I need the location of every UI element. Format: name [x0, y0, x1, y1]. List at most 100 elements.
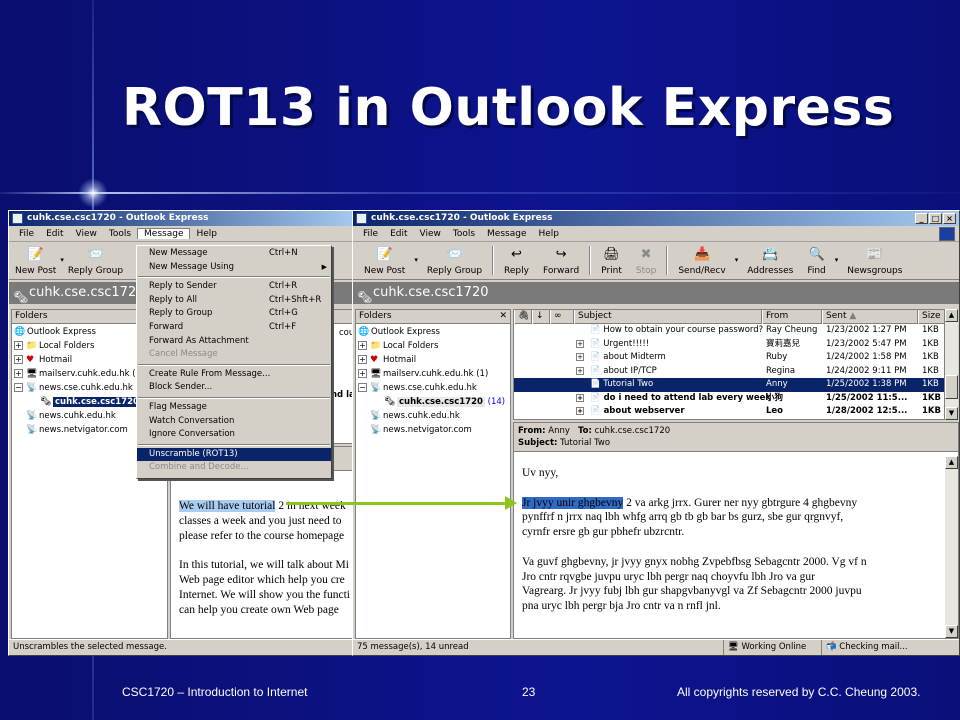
left-message-body[interactable]: We will have tutorial 2 in next week cla… [179, 499, 350, 617]
menu-help[interactable]: Help [532, 229, 565, 239]
menu-view[interactable]: View [414, 229, 447, 239]
expand-thread-icon[interactable]: + [576, 366, 584, 375]
expand-icon[interactable]: + [358, 369, 367, 378]
maximize-button[interactable]: □ [929, 213, 942, 224]
folder-local-folders[interactable]: + 📁 Local Folders [358, 339, 510, 353]
message-from: Regina [766, 365, 796, 376]
menu-item-reply-to-all[interactable]: Reply to All Ctrl+Shft+R [137, 294, 331, 308]
right-statusbar: 75 message(s), 14 unread 🖥 Working Onlin… [353, 639, 959, 655]
menu-item-ignore-conversation[interactable]: Ignore Conversation [137, 428, 331, 442]
attachment-column-icon[interactable]: 🖇 [514, 310, 532, 324]
dropdown-arrow-icon[interactable]: ▾ [733, 242, 741, 279]
reply-group-button[interactable]: 📨 Reply Group [66, 242, 125, 279]
menu-item-unscramble-rot13[interactable]: Unscramble (ROT13) [137, 447, 331, 462]
collapse-icon[interactable]: − [358, 383, 367, 392]
outlook-icon: 🌐 [14, 327, 26, 337]
dropdown-arrow-icon[interactable]: ▾ [833, 242, 841, 279]
scroll-down-icon[interactable]: ▼ [945, 625, 958, 638]
preview-body[interactable]: Uv nyy, Jr jvyy unir ghgbevny 2 va arkg … [522, 466, 867, 614]
menu-file[interactable]: File [357, 229, 384, 239]
close-button[interactable]: × [943, 213, 956, 224]
message-row[interactable]: + 📄 Urgent!!!!! 寶莉嘉兒 1/23/2002 5:47 PM 1KB [514, 338, 944, 352]
expand-thread-icon[interactable]: + [576, 339, 584, 348]
menu-item-watch-conversation[interactable]: Watch Conversation [137, 415, 331, 429]
menu-item-combine-and-decode[interactable]: Combine and Decode... [137, 461, 331, 475]
reply-button[interactable]: ↩ Reply [502, 242, 531, 279]
menu-help[interactable]: Help [190, 229, 223, 239]
priority-column-icon[interactable]: ↓ [532, 310, 550, 324]
menu-tools[interactable]: Tools [447, 229, 481, 239]
message-row[interactable]: 📄 How to obtain your course password? Ray… [514, 324, 944, 338]
menu-item-flag-message[interactable]: Flag Message [137, 401, 331, 415]
column-from[interactable]: From [762, 310, 822, 324]
watch-column-icon[interactable]: ∞ [550, 310, 574, 324]
message-row[interactable]: + 📄 about Midterm Ruby 1/24/2002 1:58 PM 1KB [514, 351, 944, 365]
send-recv-button[interactable]: 📥 Send/Recv [676, 242, 727, 279]
menu-edit[interactable]: Edit [384, 229, 413, 239]
folder-outlook-express[interactable]: 🌐 Outlook Express [358, 325, 510, 339]
forward-button[interactable]: ↪ Forward [541, 242, 581, 279]
news-icon: 📡 [370, 425, 382, 435]
menu-tools[interactable]: Tools [103, 229, 137, 239]
right-window-titlebar[interactable]: cuhk.cse.csc1720 - Outlook Express _ □ × [353, 211, 959, 226]
column-sent[interactable]: Sent ▲ [822, 310, 918, 324]
message-row[interactable]: + 📄 do i need to attend lab every week? 小狗… [514, 392, 944, 406]
expand-icon[interactable]: + [14, 369, 23, 378]
scroll-thumb[interactable] [945, 375, 958, 399]
menu-item-cancel-message[interactable]: Cancel Message [137, 348, 331, 362]
addresses-button[interactable]: 📇 Addresses [745, 242, 795, 279]
folder-hotmail[interactable]: + ♥ Hotmail [358, 353, 510, 367]
menu-message[interactable]: Message [137, 228, 191, 239]
new-post-button[interactable]: 📝 New Post [13, 242, 58, 279]
menu-message[interactable]: Message [481, 229, 532, 239]
menu-item-new-message-using[interactable]: New Message Using ▶ [137, 261, 331, 275]
folder-news-cse[interactable]: − 📡 news.cse.cuhk.edu.hk [358, 381, 510, 395]
folder-csc1720[interactable]: 🗞 cuhk.cse.csc1720 (14) [358, 395, 510, 409]
new-post-button[interactable]: 📝 New Post [362, 242, 407, 279]
expand-icon[interactable]: + [358, 341, 367, 350]
expand-icon[interactable]: + [14, 341, 23, 350]
expand-thread-icon[interactable]: + [576, 353, 584, 361]
message-row[interactable]: + 📄 about IP/TCP Regina 1/24/2002 9:11 PM 1K… [514, 365, 944, 379]
new-post-dropdown-icon[interactable]: ▾ [58, 242, 66, 279]
menu-item-forward-as-attachment[interactable]: Forward As Attachment [137, 335, 331, 349]
expand-thread-icon[interactable]: + [576, 407, 584, 415]
column-size[interactable]: Size [918, 310, 946, 324]
left-window-titlebar[interactable]: cuhk.cse.csc1720 - Outlook Express [9, 211, 357, 226]
menu-item-reply-to-sender[interactable]: Reply to Sender Ctrl+R [137, 280, 331, 294]
find-button[interactable]: 🔍 Find [805, 242, 827, 279]
stop-button[interactable]: ✖ Stop [634, 242, 658, 279]
reply-group-button[interactable]: 📨 Reply Group [425, 242, 484, 279]
expand-icon[interactable]: + [358, 355, 367, 364]
message-row[interactable]: 📄 Tutorial Two Anny 1/25/2002 1:38 PM 1KB [514, 378, 944, 392]
expand-thread-icon[interactable]: + [576, 393, 584, 402]
menu-view[interactable]: View [70, 229, 103, 239]
newsgroups-button[interactable]: 📰 Newsgroups [845, 242, 904, 279]
scroll-down-icon[interactable]: ▼ [945, 407, 958, 420]
collapse-icon[interactable]: − [14, 383, 23, 392]
menu-item-block-sender[interactable]: Block Sender... [137, 381, 331, 395]
preview-scrollbar[interactable]: ▲ ▼ [945, 456, 958, 638]
message-row[interactable]: + 📄 about webserver Leo 1/28/2002 12:5... 1K… [514, 405, 944, 419]
folder-news-cuhk[interactable]: 📡 news.cuhk.edu.hk [358, 409, 510, 423]
close-pane-icon[interactable]: ✕ [499, 310, 507, 323]
print-button[interactable]: 🖨 Print [599, 242, 624, 279]
scroll-up-icon[interactable]: ▲ [945, 456, 958, 469]
menu-item-forward[interactable]: Forward Ctrl+F [137, 321, 331, 335]
folder-netvigator[interactable]: 📡 news.netvigator.com [358, 423, 510, 437]
dropdown-arrow-icon[interactable]: ▾ [412, 242, 420, 279]
scroll-up-icon[interactable]: ▲ [945, 309, 958, 322]
footer-course: CSC1720 – Introduction to Internet [122, 685, 308, 699]
expand-icon[interactable]: + [14, 355, 23, 364]
menu-edit[interactable]: Edit [40, 229, 69, 239]
message-subject: about Midterm [603, 352, 666, 362]
minimize-button[interactable]: _ [915, 213, 928, 224]
menu-item-reply-to-group[interactable]: Reply to Group Ctrl+G [137, 307, 331, 321]
menu-item-new-message[interactable]: New Message Ctrl+N [137, 247, 331, 261]
menu-file[interactable]: File [13, 229, 40, 239]
message-list-scrollbar[interactable]: ▲ ▼ [945, 309, 958, 420]
folder-mailserv[interactable]: + 🖥 mailserv.cuhk.edu.hk (1) [358, 367, 510, 381]
menu-item-create-rule-from-message[interactable]: Create Rule From Message... [137, 368, 331, 382]
column-subject[interactable]: Subject [574, 310, 762, 324]
post-icon: 📄 [590, 352, 601, 362]
